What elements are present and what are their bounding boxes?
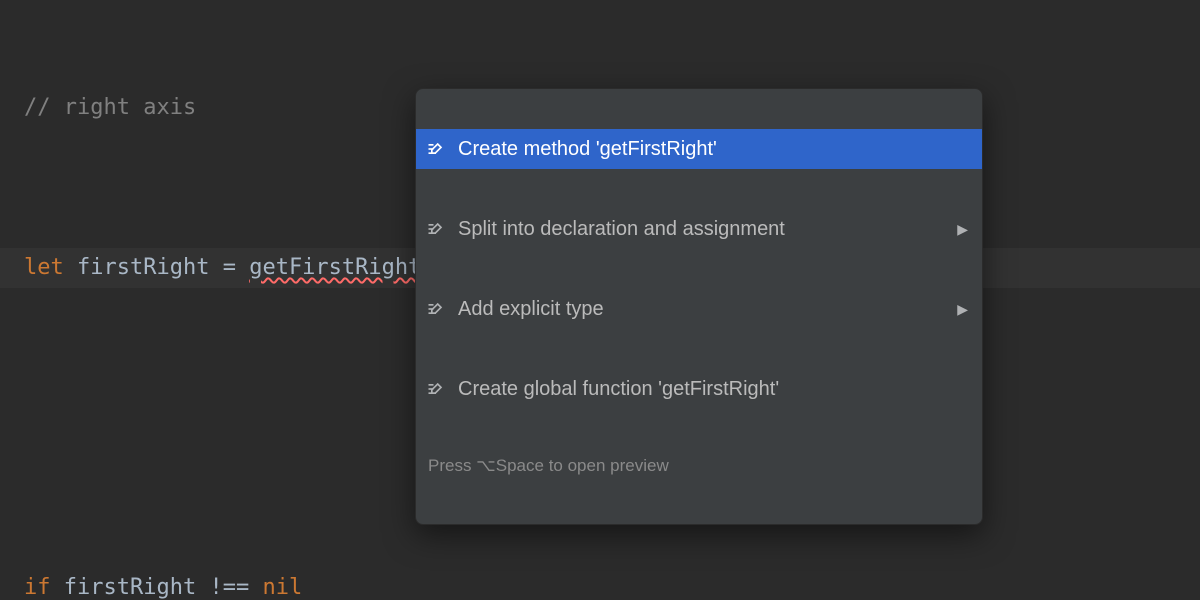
intention-item-label: Split into declaration and assignment: [458, 219, 957, 239]
chevron-right-icon: ▶: [957, 222, 968, 236]
popup-hint: Press ⌥Space to open preview: [416, 449, 982, 484]
intention-item-label: Add explicit type: [458, 299, 957, 319]
unresolved-call[interactable]: getFirstRight: [249, 255, 421, 280]
keyword-let: let: [24, 255, 64, 280]
chevron-right-icon: ▶: [957, 302, 968, 316]
intention-bulb-icon: [426, 379, 452, 399]
code-editor[interactable]: // right axis let firstRight = getFirstR…: [0, 0, 1200, 600]
intention-bulb-icon: [426, 299, 452, 319]
identifier: firstRight: [77, 255, 209, 280]
intention-item-create-method[interactable]: Create method 'getFirstRight': [416, 129, 982, 169]
code-line[interactable]: if firstRight !== nil: [24, 568, 1200, 600]
intention-item-label: Create method 'getFirstRight': [458, 139, 968, 159]
intention-item-split-declaration[interactable]: Split into declaration and assignment ▶: [416, 209, 982, 249]
intention-actions-popup: Create method 'getFirstRight' Split into…: [415, 88, 983, 525]
keyword-if: if: [24, 575, 51, 600]
keyword-nil: nil: [262, 575, 302, 600]
intention-item-label: Create global function 'getFirstRight': [458, 379, 968, 399]
intention-bulb-icon: [426, 219, 452, 239]
intention-item-create-global-function[interactable]: Create global function 'getFirstRight': [416, 369, 982, 409]
intention-bulb-icon: [426, 139, 452, 159]
intention-item-add-explicit-type[interactable]: Add explicit type ▶: [416, 289, 982, 329]
comment: // right axis: [24, 95, 196, 120]
